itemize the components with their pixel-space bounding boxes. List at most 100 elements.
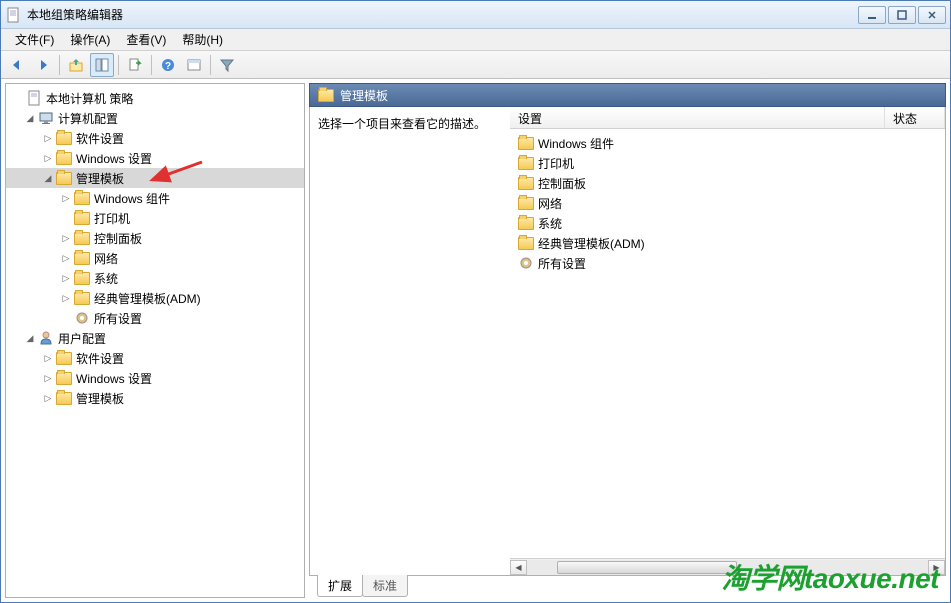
list-item-system[interactable]: 系统 xyxy=(514,213,941,233)
tree-control-panel[interactable]: ▷ 控制面板 xyxy=(6,228,304,248)
column-headers: 设置 状态 xyxy=(510,107,945,129)
description-pane: 选择一个项目来查看它的描述。 xyxy=(310,107,510,575)
tree-label: 软件设置 xyxy=(76,350,124,367)
folder-icon xyxy=(518,215,534,231)
tree-cc-admin[interactable]: ◢ 管理模板 xyxy=(6,168,304,188)
folder-icon xyxy=(74,230,90,246)
settings-icon xyxy=(74,310,90,326)
folder-icon xyxy=(56,370,72,386)
col-state[interactable]: 状态 xyxy=(885,107,945,128)
back-button[interactable] xyxy=(5,53,29,77)
list-item-win-comp[interactable]: Windows 组件 xyxy=(514,133,941,153)
tree-cc-software[interactable]: ▷ 软件设置 xyxy=(6,128,304,148)
minimize-button[interactable] xyxy=(858,6,886,24)
list-item-all[interactable]: 所有设置 xyxy=(514,253,941,273)
maximize-button[interactable] xyxy=(888,6,916,24)
expand-icon[interactable]: ▷ xyxy=(40,153,56,164)
item-label: 所有设置 xyxy=(538,255,586,272)
item-label: 打印机 xyxy=(538,155,574,172)
collapse-icon[interactable]: ◢ xyxy=(40,173,56,184)
tab-standard[interactable]: 标准 xyxy=(362,575,408,597)
tree-label: 所有设置 xyxy=(94,310,142,327)
menu-file[interactable]: 文件(F) xyxy=(7,29,62,50)
tree-uc-windows[interactable]: ▷ Windows 设置 xyxy=(6,368,304,388)
scroll-right-icon[interactable]: ▶ xyxy=(928,560,945,575)
menu-view[interactable]: 查看(V) xyxy=(118,29,174,50)
close-button[interactable] xyxy=(918,6,946,24)
expand-icon[interactable]: ▷ xyxy=(58,273,74,284)
folder-icon xyxy=(518,195,534,211)
folder-icon xyxy=(56,150,72,166)
tree-classic[interactable]: ▷ 经典管理模板(ADM) xyxy=(6,288,304,308)
tree-uc-admin[interactable]: ▷ 管理模板 xyxy=(6,388,304,408)
tree-printer[interactable]: 打印机 xyxy=(6,208,304,228)
list-item-printer[interactable]: 打印机 xyxy=(514,153,941,173)
titlebar: 本地组策略编辑器 xyxy=(1,1,950,29)
item-label: 网络 xyxy=(538,195,562,212)
tree-label: 打印机 xyxy=(94,210,130,227)
separator xyxy=(118,55,119,75)
tree-network[interactable]: ▷ 网络 xyxy=(6,248,304,268)
scroll-left-icon[interactable]: ◀ xyxy=(510,560,527,575)
expand-icon[interactable]: ▷ xyxy=(40,353,56,364)
list-item-control-panel[interactable]: 控制面板 xyxy=(514,173,941,193)
col-setting[interactable]: 设置 xyxy=(510,107,885,128)
forward-button[interactable] xyxy=(31,53,55,77)
folder-icon xyxy=(518,155,534,171)
tree-system[interactable]: ▷ 系统 xyxy=(6,268,304,288)
tree-label: 控制面板 xyxy=(94,230,142,247)
policy-icon xyxy=(26,90,42,106)
menu-action[interactable]: 操作(A) xyxy=(62,29,118,50)
list-item-classic[interactable]: 经典管理模板(ADM) xyxy=(514,233,941,253)
show-tree-button[interactable] xyxy=(90,53,114,77)
item-label: 经典管理模板(ADM) xyxy=(538,235,645,252)
folder-icon xyxy=(518,175,534,191)
folder-icon xyxy=(56,390,72,406)
expand-icon[interactable]: ▷ xyxy=(40,373,56,384)
tree-win-comp[interactable]: ▷ Windows 组件 xyxy=(6,188,304,208)
svg-text:?: ? xyxy=(165,61,171,72)
horizontal-scrollbar[interactable]: ◀ ▶ xyxy=(510,558,945,575)
tree-panel[interactable]: 本地计算机 策略 ◢ 计算机配置 ▷ 软件设置 ▷ Windows 设置 ◢ 管… xyxy=(5,83,305,598)
folder-icon xyxy=(74,290,90,306)
list-item-network[interactable]: 网络 xyxy=(514,193,941,213)
tree-root[interactable]: 本地计算机 策略 xyxy=(6,88,304,108)
tree-label: 系统 xyxy=(94,270,118,287)
help-button[interactable]: ? xyxy=(156,53,180,77)
menu-help[interactable]: 帮助(H) xyxy=(174,29,231,50)
scroll-thumb[interactable] xyxy=(557,561,737,574)
tree-all-settings[interactable]: 所有设置 xyxy=(6,308,304,328)
separator xyxy=(151,55,152,75)
right-panel: 管理模板 选择一个项目来查看它的描述。 设置 状态 Windows 组件 打印机 xyxy=(309,83,946,598)
list-items: Windows 组件 打印机 控制面板 网络 系统 经典管理模板(ADM) 所有… xyxy=(510,129,945,277)
collapse-icon[interactable]: ◢ xyxy=(22,333,38,344)
tree-computer-config[interactable]: ◢ 计算机配置 xyxy=(6,108,304,128)
tree-label: 网络 xyxy=(94,250,118,267)
collapse-icon[interactable]: ◢ xyxy=(22,113,38,124)
properties-button[interactable] xyxy=(182,53,206,77)
expand-icon[interactable]: ▷ xyxy=(40,133,56,144)
tree-user-config[interactable]: ◢ 用户配置 xyxy=(6,328,304,348)
folder-icon xyxy=(74,190,90,206)
tree-label: 用户配置 xyxy=(58,330,106,347)
export-button[interactable] xyxy=(123,53,147,77)
filter-button[interactable] xyxy=(215,53,239,77)
tree-label: Windows 设置 xyxy=(76,150,152,167)
scroll-track[interactable] xyxy=(527,560,928,575)
expand-icon[interactable]: ▷ xyxy=(40,393,56,404)
up-button[interactable] xyxy=(64,53,88,77)
folder-icon xyxy=(56,170,72,186)
item-label: 控制面板 xyxy=(538,175,586,192)
tab-extended[interactable]: 扩展 xyxy=(317,575,363,597)
window-title: 本地组策略编辑器 xyxy=(27,6,858,23)
main-window: 本地组策略编辑器 文件(F) 操作(A) 查看(V) 帮助(H) ? xyxy=(0,0,951,603)
expand-icon[interactable]: ▷ xyxy=(58,193,74,204)
tree-label: 管理模板 xyxy=(76,170,124,187)
expand-icon[interactable]: ▷ xyxy=(58,233,74,244)
tree-uc-software[interactable]: ▷ 软件设置 xyxy=(6,348,304,368)
expand-icon[interactable]: ▷ xyxy=(58,293,74,304)
description-text: 选择一个项目来查看它的描述。 xyxy=(318,117,486,131)
tree-cc-windows[interactable]: ▷ Windows 设置 xyxy=(6,148,304,168)
list-pane: 设置 状态 Windows 组件 打印机 控制面板 网络 系统 经典管理模板(A… xyxy=(510,107,945,558)
expand-icon[interactable]: ▷ xyxy=(58,253,74,264)
